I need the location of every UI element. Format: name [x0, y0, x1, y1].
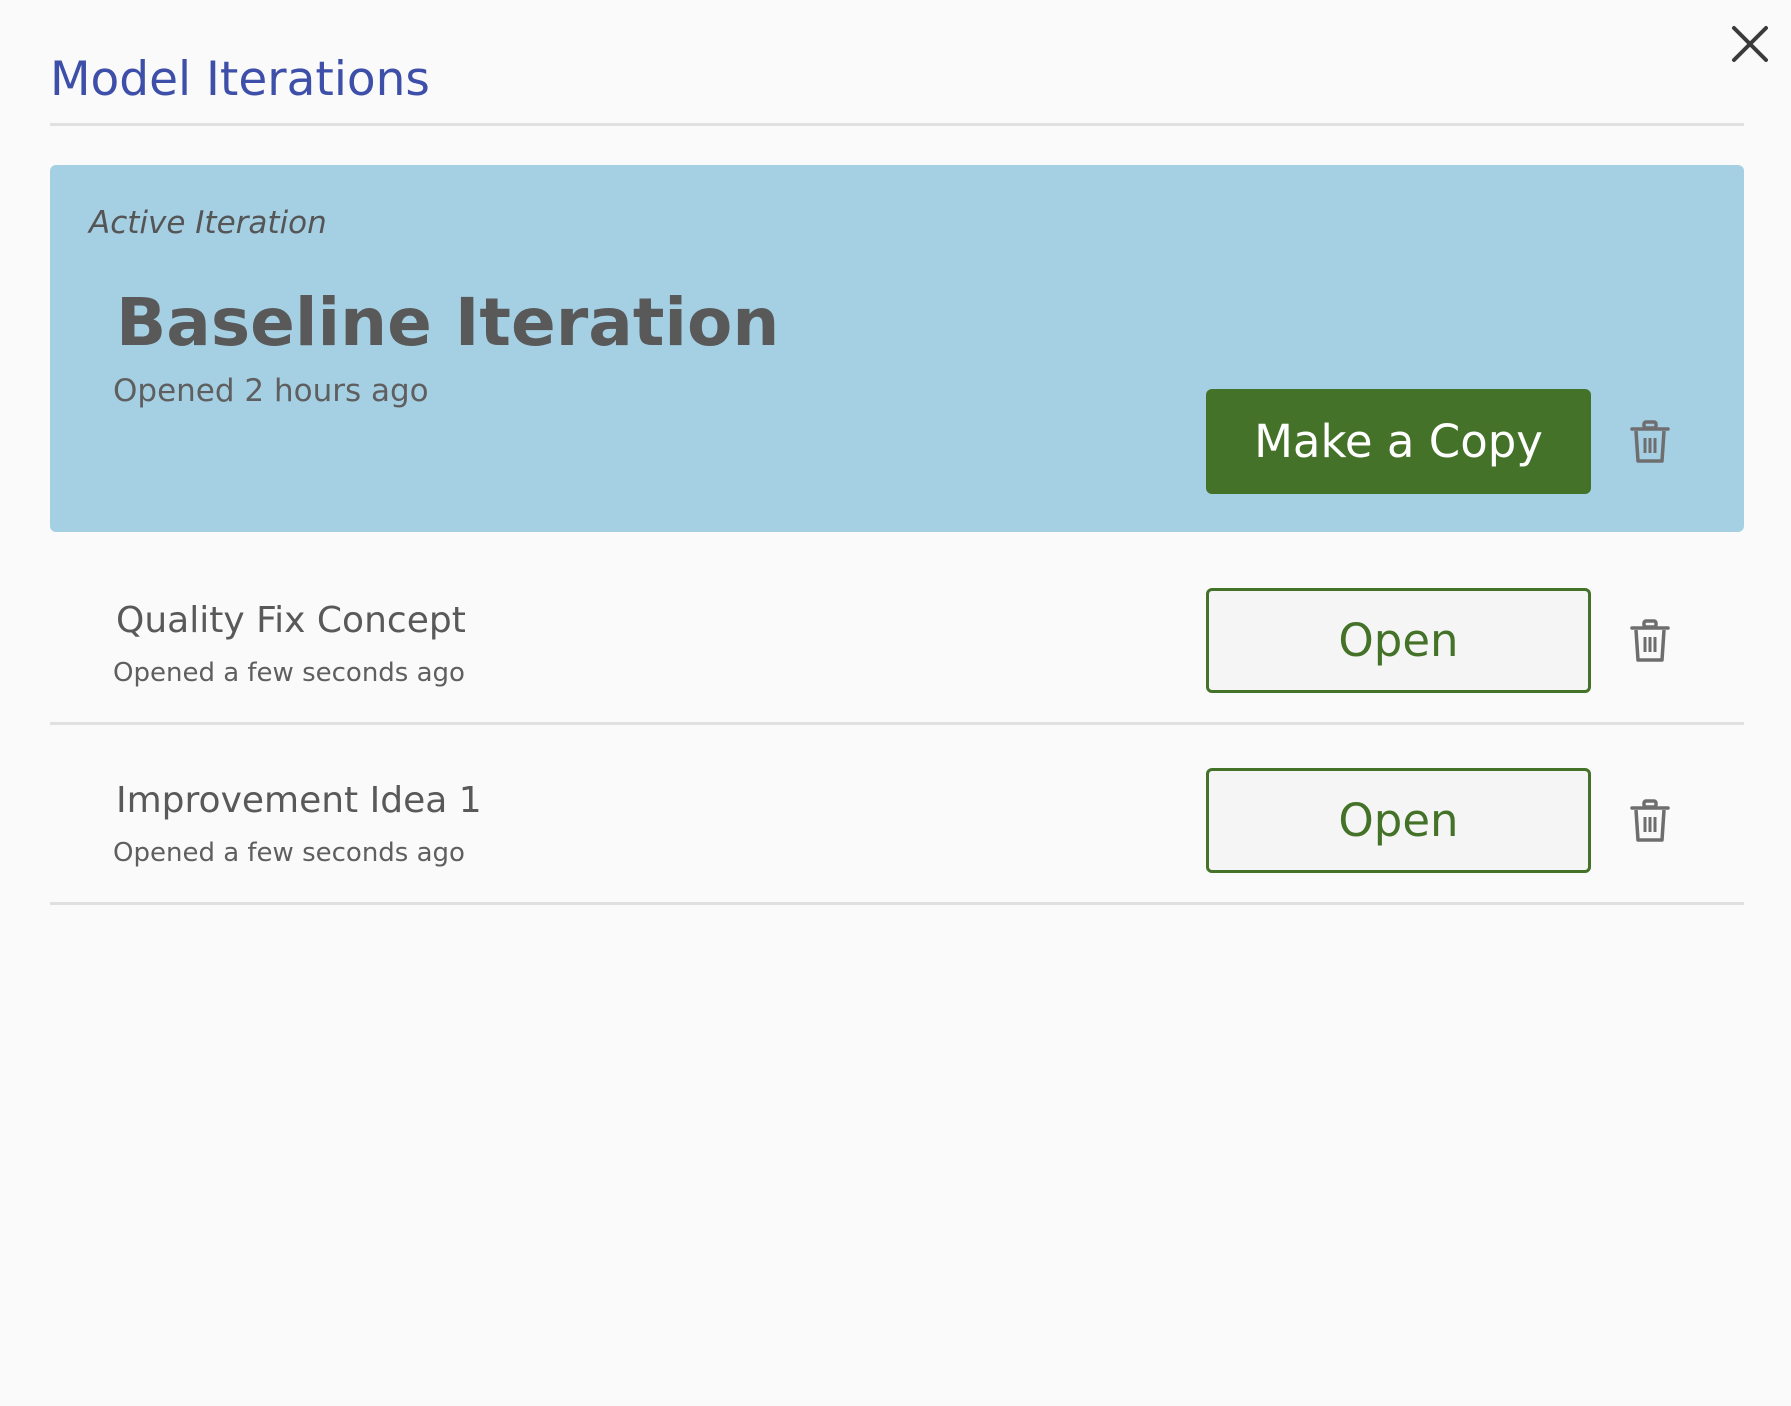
trash-icon: [1630, 420, 1670, 463]
make-copy-button[interactable]: Make a Copy: [1206, 389, 1591, 494]
trash-icon: [1630, 799, 1670, 842]
iteration-name: Quality Fix Concept: [116, 600, 466, 641]
close-button[interactable]: [1728, 22, 1772, 66]
delete-active-iteration-button[interactable]: [1628, 419, 1672, 465]
dialog-title: Model Iterations: [50, 52, 430, 107]
open-iteration-button[interactable]: Open: [1206, 768, 1591, 873]
iteration-opened: Opened a few seconds ago: [113, 838, 465, 868]
title-divider: [50, 123, 1744, 126]
row-divider: [50, 902, 1744, 905]
active-iteration-name: Baseline Iteration: [116, 284, 780, 361]
delete-iteration-button[interactable]: [1628, 618, 1672, 664]
iteration-row: Quality Fix Concept Opened a few seconds…: [50, 545, 1744, 725]
iteration-row: Improvement Idea 1 Opened a few seconds …: [50, 725, 1744, 905]
active-iteration-label: Active Iteration: [89, 205, 327, 241]
close-icon: [1732, 26, 1768, 62]
delete-iteration-button[interactable]: [1628, 798, 1672, 844]
active-iteration-card: Active Iteration Baseline Iteration Open…: [50, 165, 1744, 532]
active-iteration-opened: Opened 2 hours ago: [113, 373, 429, 409]
iteration-opened: Opened a few seconds ago: [113, 658, 465, 688]
open-iteration-button[interactable]: Open: [1206, 588, 1591, 693]
trash-icon: [1630, 619, 1670, 662]
iteration-name: Improvement Idea 1: [116, 780, 482, 821]
model-iterations-dialog: Model Iterations Active Iteration Baseli…: [0, 0, 1791, 1406]
